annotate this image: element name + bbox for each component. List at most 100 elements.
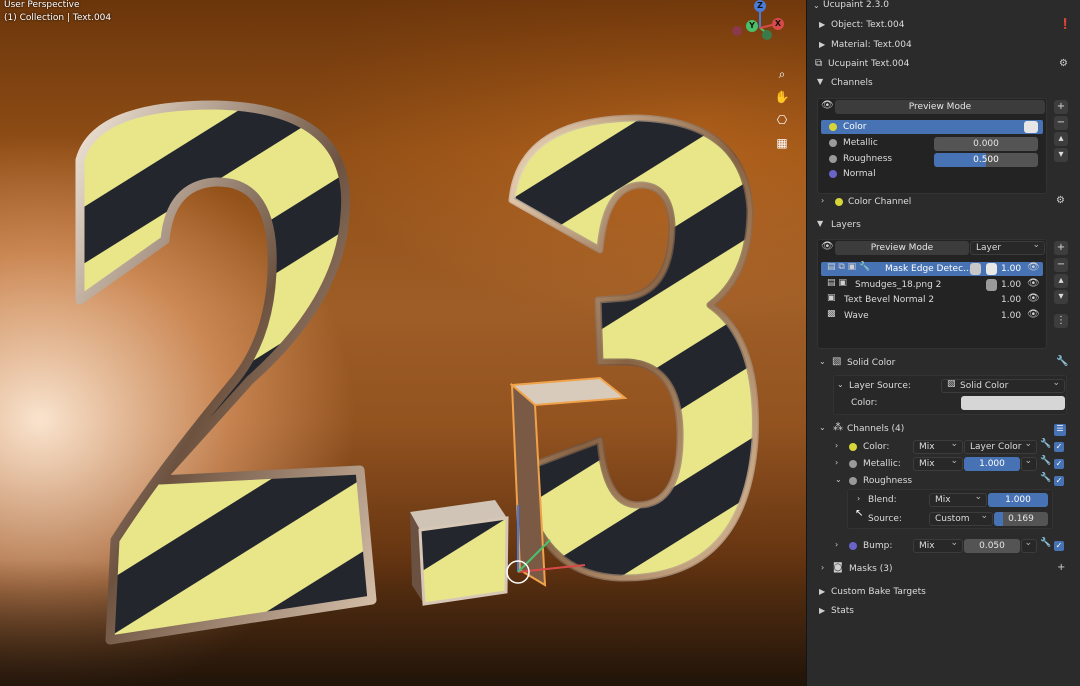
layer-mask-swatch[interactable] [986,263,997,275]
chevron-right-icon[interactable]: › [821,563,824,572]
remove-channel-button[interactable]: − [1054,116,1068,130]
gizmo-x-axis[interactable]: X [772,18,784,30]
channel-value-field[interactable]: 0.000 [934,137,1038,151]
add-mask-icon[interactable]: + [1057,562,1065,573]
metallic-value-field[interactable]: 1.000 [964,457,1020,471]
layers-header[interactable]: ▼ Layers [807,218,1080,234]
channels-list-toggle[interactable]: ☰ [1054,424,1066,436]
eye-icon[interactable]: 👁 [1027,309,1040,320]
gear-icon[interactable]: ⚙ [1059,58,1068,69]
metallic-source-dropdown[interactable] [1021,455,1037,471]
chevron-right-icon[interactable]: ▶ [819,606,825,615]
navigation-gizmo[interactable]: Z Y X [728,0,790,60]
color-source-dropdown[interactable]: Layer Color [964,438,1037,454]
layers-preview-mode-button[interactable]: Preview Mode [835,241,969,255]
bump-enable-checkbox[interactable]: ✓ [1054,541,1064,551]
camera-icon[interactable]: ⎔ [772,110,792,130]
gizmo-neg-x[interactable] [732,26,742,36]
info-icon[interactable]: ❗ [1059,19,1071,30]
gear-icon[interactable]: ⚙ [1056,195,1065,206]
eye-icon[interactable]: 👁 [1027,278,1040,289]
layers-mode-dropdown[interactable]: Layer [970,239,1045,255]
roughness-enable-checkbox[interactable]: ✓ [1054,476,1064,486]
layer-opacity[interactable]: 1.00 [1001,264,1021,274]
layer-opacity[interactable]: 1.00 [1001,280,1021,290]
stats-row[interactable]: ▶ Stats [807,605,1080,621]
bump-value-field[interactable]: 0.050 [964,539,1020,553]
layer-mask-swatch[interactable] [970,263,981,275]
panel-title-row[interactable]: ⌄ Ucupaint 2.3.0 [807,0,1080,16]
chevron-right-icon[interactable]: › [821,196,824,205]
move-up-button[interactable]: ▴ [1054,274,1068,288]
grid-view-icon[interactable]: ▦ [772,133,792,153]
ucupaint-node-row[interactable]: ⧉ Ucupaint Text.004 ⚙ [807,58,1080,74]
roughness-source-dropdown[interactable]: Custom [929,510,993,526]
chevron-down-icon[interactable]: ⌄ [837,380,844,389]
solid-color-header[interactable]: ⌄ ▧ Solid Color 🔧 [807,356,1080,372]
channels-preview-mode-button[interactable]: Preview Mode [835,100,1045,114]
wrench-icon[interactable]: 🔧 [1040,439,1051,449]
move-up-button[interactable]: ▴ [1054,132,1068,146]
chevron-right-icon[interactable]: › [835,540,838,549]
layer-color-swatch[interactable] [961,396,1065,410]
bump-blend-dropdown[interactable]: Mix [913,537,963,553]
wrench-icon[interactable]: 🔧 [1040,473,1051,483]
roughness-blend-value[interactable]: 1.000 [988,493,1048,507]
eye-icon[interactable]: 👁 [821,100,834,111]
chevron-right-icon[interactable]: ▶ [819,20,825,29]
text-object-2-3[interactable] [0,0,806,686]
gizmo-y-axis[interactable]: Y [746,20,758,32]
roughness-blend-dropdown[interactable]: Mix [929,491,987,507]
material-row[interactable]: ▶ Material: Text.004 [807,39,1080,55]
channel-color-dot [829,170,837,178]
custom-bake-targets-row[interactable]: ▶ Custom Bake Targets [807,586,1080,602]
channels-header[interactable]: ▼ Channels [807,77,1080,93]
metallic-blend-dropdown[interactable]: Mix [913,455,963,471]
channels-icon: ⁂ [833,422,843,433]
eye-icon[interactable]: 👁 [1027,262,1040,273]
wrench-icon[interactable]: 🔧 [1056,356,1068,367]
color-blend-dropdown[interactable]: Mix [913,438,963,454]
chevron-down-icon[interactable]: ▼ [817,77,823,86]
color-enable-checkbox[interactable]: ✓ [1054,442,1064,452]
chevron-down-icon[interactable]: ▼ [817,219,823,228]
layer-channels-header[interactable]: ⌄ ⁂ Channels (4) ☰ [807,422,1080,438]
chevron-down-icon[interactable]: ⌄ [835,475,842,484]
layer-mask-swatch[interactable] [986,279,997,291]
chevron-down-icon[interactable]: ⌄ [819,357,826,366]
move-down-button[interactable]: ▾ [1054,290,1068,304]
zoom-icon[interactable]: ⌕ [772,64,792,84]
eye-icon[interactable]: 👁 [1027,293,1040,304]
add-channel-button[interactable]: + [1054,100,1068,114]
blend-label: Blend: [868,495,897,505]
layer-special-menu-button[interactable]: ⋮ [1054,314,1068,328]
gizmo-neg-y[interactable] [762,30,772,40]
chevron-right-icon[interactable]: › [857,494,860,503]
chevron-right-icon[interactable]: › [835,458,838,467]
3d-viewport[interactable]: User Perspective (1) Collection | Text.0… [0,0,806,686]
chevron-right-icon[interactable]: ▶ [819,40,825,49]
wrench-icon[interactable]: 🔧 [1040,538,1051,548]
layer-opacity[interactable]: 1.00 [1001,295,1021,305]
chevron-down-icon[interactable]: ⌄ [819,423,826,432]
object-row[interactable]: ▶ Object: Text.004 ❗ [807,19,1080,35]
add-layer-button[interactable]: + [1054,241,1068,255]
masks-header[interactable]: › ◙ Masks (3) + [807,562,1080,578]
layer-source-dropdown[interactable]: Solid Color [941,377,1065,393]
channel-color-swatch[interactable] [1024,121,1038,133]
gizmo-z-axis[interactable]: Z [754,0,766,12]
remove-layer-button[interactable]: − [1054,258,1068,272]
layer-opacity[interactable]: 1.00 [1001,311,1021,321]
chevron-down-icon[interactable]: ⌄ [813,1,820,10]
metallic-enable-checkbox[interactable]: ✓ [1054,459,1064,469]
wrench-icon[interactable]: 🔧 [1040,456,1051,466]
bump-source-dropdown[interactable] [1021,537,1037,553]
eye-icon[interactable]: 👁 [821,241,834,252]
chevron-right-icon[interactable]: › [835,441,838,450]
roughness-source-value[interactable]: 0.169 [994,512,1048,526]
color-channel-row[interactable]: › Color Channel ⚙ [807,195,1080,211]
chevron-right-icon[interactable]: ▶ [819,587,825,596]
move-down-button[interactable]: ▾ [1054,148,1068,162]
channel-value-field[interactable]: 0.500 [934,153,1038,167]
hand-pan-icon[interactable]: ✋ [772,87,792,107]
